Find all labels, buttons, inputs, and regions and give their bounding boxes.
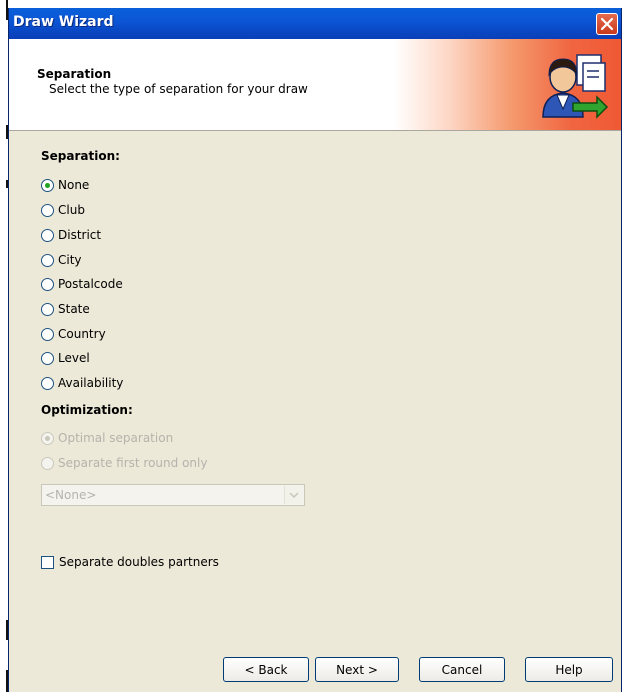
header-subtitle: Select the type of separation for your d… (49, 82, 308, 96)
radio-button[interactable] (41, 351, 54, 365)
radio-label: Club (58, 203, 85, 217)
dropdown-button[interactable] (284, 486, 303, 504)
radio-button[interactable] (41, 456, 54, 470)
radio-button[interactable] (41, 277, 54, 291)
wizard-person-icon (542, 54, 609, 119)
radio-country[interactable]: Country (41, 325, 106, 343)
radio-label: Optimal separation (58, 431, 174, 445)
radio-separate-first-round[interactable]: Separate first round only (41, 454, 207, 472)
separation-label: Separation: (41, 149, 120, 163)
radio-label: District (58, 228, 102, 242)
checkbox-box[interactable] (41, 555, 54, 569)
dropdown-value: <None> (45, 488, 97, 502)
radio-label: Country (58, 327, 106, 341)
radio-city[interactable]: City (41, 251, 82, 269)
radio-label: City (58, 253, 82, 267)
optimization-label: Optimization: (41, 403, 133, 417)
radio-button[interactable] (41, 178, 54, 192)
radio-optimal-separation[interactable]: Optimal separation (41, 429, 173, 447)
left-edge (0, 0, 8, 692)
radio-state[interactable]: State (41, 300, 90, 318)
radio-availability[interactable]: Availability (41, 374, 123, 392)
radio-button[interactable] (41, 228, 54, 242)
help-button[interactable]: Help (525, 657, 613, 682)
radio-district[interactable]: District (41, 226, 101, 244)
radio-button[interactable] (41, 302, 54, 316)
radio-button[interactable] (41, 203, 54, 217)
radio-button[interactable] (41, 431, 54, 445)
radio-postalcode[interactable]: Postalcode (41, 275, 123, 293)
separate-doubles-checkbox[interactable]: Separate doubles partners (41, 553, 219, 571)
close-button[interactable] (596, 13, 618, 35)
title-bar[interactable]: Draw Wizard (9, 8, 621, 39)
radio-label: State (58, 302, 90, 316)
draw-wizard-window: Draw Wizard Separation Select the type o… (8, 8, 622, 692)
radio-none[interactable]: None (41, 176, 89, 194)
radio-label: Level (58, 351, 90, 365)
radio-button[interactable] (41, 327, 54, 341)
chevron-down-icon (289, 492, 299, 498)
radio-level[interactable]: Level (41, 349, 90, 367)
radio-button[interactable] (41, 253, 54, 267)
radio-label: Separate first round only (58, 456, 208, 470)
back-button[interactable]: < Back (223, 657, 309, 682)
radio-label: Postalcode (58, 277, 123, 291)
close-icon (600, 17, 614, 31)
next-button[interactable]: Next > (315, 657, 399, 682)
radio-club[interactable]: Club (41, 201, 85, 219)
radio-button[interactable] (41, 376, 54, 390)
radio-label: None (58, 178, 90, 192)
cancel-button[interactable]: Cancel (419, 657, 505, 682)
window-title: Draw Wizard (13, 14, 114, 30)
header-title: Separation (37, 67, 112, 81)
radio-label: Availability (58, 376, 124, 390)
optimization-dropdown[interactable]: <None> (41, 484, 305, 506)
checkbox-label: Separate doubles partners (59, 555, 219, 569)
wizard-header: Separation Select the type of separation… (9, 39, 621, 131)
